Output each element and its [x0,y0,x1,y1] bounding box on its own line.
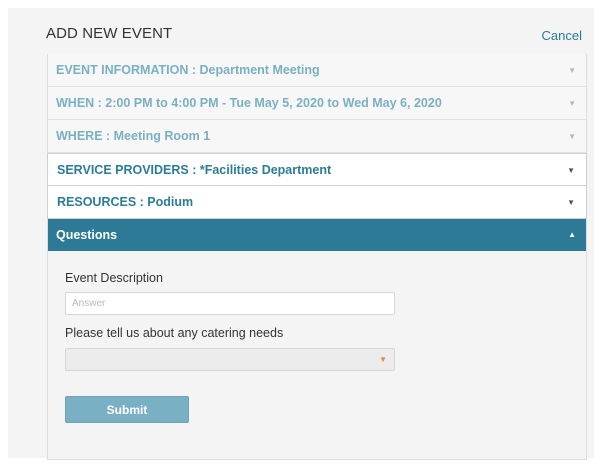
accordion-event-information[interactable]: EVENT INFORMATION : Department Meeting ▼ [48,54,586,87]
chevron-down-icon: ▼ [567,198,575,207]
cancel-link[interactable]: Cancel [542,28,582,43]
accordion-resources[interactable]: RESOURCES : Podium ▼ [47,186,587,219]
chevron-down-icon: ▼ [379,355,387,364]
submit-button[interactable]: Submit [65,396,189,423]
add-event-dialog: ADD NEW EVENT Cancel EVENT INFORMATION :… [8,8,594,460]
accordion-when[interactable]: WHEN : 2:00 PM to 4:00 PM - Tue May 5, 2… [48,87,586,120]
chevron-down-icon: ▼ [567,166,575,175]
accordion-label: Questions [56,228,118,242]
accordion-label: WHEN : 2:00 PM to 4:00 PM - Tue May 5, 2… [56,96,442,110]
chevron-down-icon: ▼ [568,66,576,75]
questions-section: Event Description Please tell us about a… [48,271,586,423]
event-description-input[interactable] [65,292,395,315]
chevron-up-icon: ▲ [568,230,576,239]
accordion-label: EVENT INFORMATION : Department Meeting [56,63,320,77]
event-accordion: EVENT INFORMATION : Department Meeting ▼… [47,54,587,460]
accordion-service-providers[interactable]: SERVICE PROVIDERS : *Facilities Departme… [47,153,587,186]
accordion-label: SERVICE PROVIDERS : *Facilities Departme… [57,163,332,177]
chevron-down-icon: ▼ [568,132,576,141]
accordion-label: RESOURCES : Podium [57,195,194,209]
page-title: ADD NEW EVENT [46,25,173,42]
catering-label: Please tell us about any catering needs [65,326,284,340]
catering-select[interactable]: ▼ [65,348,395,371]
accordion-label: WHERE : Meeting Room 1 [56,129,211,143]
accordion-questions[interactable]: Questions ▲ [48,219,586,251]
chevron-down-icon: ▼ [568,99,576,108]
accordion-where[interactable]: WHERE : Meeting Room 1 ▼ [48,120,586,153]
event-description-label: Event Description [65,271,163,285]
